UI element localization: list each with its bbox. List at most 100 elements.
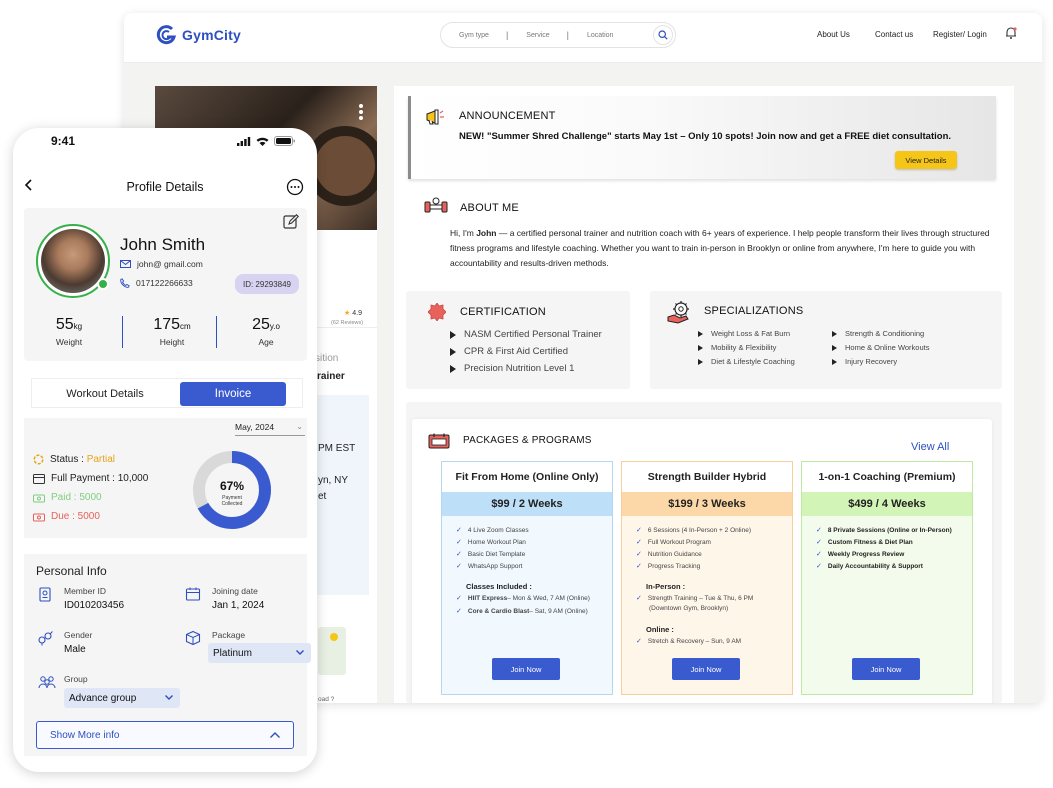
gender-label: Gender (64, 630, 93, 640)
gear-hand-icon (667, 301, 689, 324)
joining-date-value: Jan 1, 2024 (212, 600, 265, 611)
chevron-down-icon (165, 695, 173, 700)
announcement-text: NEW! "Summer Shred Challenge" starts May… (459, 131, 952, 142)
invoice-full-payment: Full Payment : 10,000 (33, 473, 148, 484)
road-fragment: oad ? (318, 696, 335, 703)
chevron-up-icon (270, 732, 280, 738)
check-icon: ✓ (636, 563, 642, 570)
id-card-icon (39, 587, 51, 602)
specialization-item: Strength & Conditioning (832, 329, 924, 338)
rating-value: ★ 4.9 (344, 310, 362, 317)
progress-ring-icon (33, 454, 44, 465)
certification-item: NASM Certified Personal Trainer (450, 329, 602, 340)
nav-contact-us[interactable]: Contact us (875, 30, 913, 39)
check-icon: ✓ (456, 563, 462, 570)
due-cash-icon (33, 513, 45, 521)
package-price: $99 / 2 Weeks (442, 492, 612, 516)
check-icon: ✓ (636, 539, 642, 546)
check-icon: ✓ (636, 551, 642, 558)
dumbbell-icon (424, 197, 448, 213)
check-icon: ✓ (816, 527, 822, 534)
check-icon: ✓ (816, 551, 822, 558)
specialization-item: Diet & Lifestyle Coaching (698, 357, 795, 366)
profile-email: john@ gmail.com (120, 259, 203, 269)
package-feature: ✓ Full Workout Program (636, 538, 711, 547)
nav-register-login[interactable]: Register/ Login (933, 30, 987, 39)
show-more-info-button[interactable]: Show More info (36, 721, 294, 749)
packages-title: PACKAGES & PROGRAMS (463, 435, 592, 446)
invoice-paid: Paid : 5000 (33, 492, 102, 503)
phone-icon (120, 278, 130, 288)
check-icon: ✓ (636, 595, 642, 602)
review-count: (62 Reviews) (331, 320, 364, 326)
brand-name: GymCity (182, 27, 241, 43)
personal-info-title: Personal Info (36, 564, 107, 578)
tab-workout-details[interactable]: Workout Details (32, 379, 178, 409)
city-fragment: yn, NY (318, 475, 349, 486)
check-icon: ✓ (816, 563, 822, 570)
time-fragment: PM EST (318, 443, 356, 454)
map-thumbnail[interactable] (318, 627, 346, 675)
mobile-phone-frame: 9:41 Profile Details John Smith john@ gm… (13, 128, 317, 772)
package-class: ✓ Stretch & Recovery – Sun, 9 AM (636, 637, 742, 646)
search-location[interactable]: Location (569, 32, 630, 39)
package-feature: ✓ 8 Private Sessions (Online or In-Person… (816, 526, 952, 535)
brand-logo[interactable]: GymCity (156, 25, 241, 45)
join-now-button[interactable]: Join Now (852, 658, 920, 680)
chat-icon[interactable] (286, 178, 304, 196)
profile-card: John Smith john@ gmail.com 017122266633 … (24, 208, 307, 361)
megaphone-icon (426, 109, 444, 125)
specializations-title: SPECIALIZATIONS (704, 305, 804, 317)
profile-tabs: Workout Details Invoice (31, 378, 303, 408)
check-icon: ✓ (456, 539, 462, 546)
group-icon (38, 676, 56, 689)
stat-height: 175cm Height (153, 316, 191, 347)
donut-caption-2: Collected (222, 501, 243, 507)
gymcity-logo-icon (156, 25, 176, 45)
nav-about-us[interactable]: About Us (817, 30, 850, 39)
package-name: 1-on-1 Coaching (Premium) (802, 462, 972, 492)
group-select[interactable]: Advance group (64, 688, 180, 708)
calendar-icon (185, 587, 201, 601)
about-text: Hi, I'm John — a certified personal trai… (450, 228, 990, 268)
invoice-status: Status : Partial (33, 454, 115, 465)
certification-title: CERTIFICATION (460, 306, 546, 318)
status-time: 9:41 (51, 134, 76, 148)
search-gym-type[interactable]: Gym type (441, 32, 506, 39)
specialization-item: Home & Online Workouts (832, 343, 929, 352)
view-all-link[interactable]: View All (911, 441, 949, 453)
bell-icon[interactable] (1004, 26, 1018, 40)
specializations-panel: SPECIALIZATIONS Weight Loss & Fat Burn M… (650, 291, 1002, 389)
profile-phone: 017122266633 (120, 278, 193, 288)
edit-icon[interactable] (283, 214, 299, 230)
package-feature: ✓ Progress Tracking (636, 562, 701, 571)
battery-icon (274, 136, 295, 146)
page-title: Profile Details (126, 180, 204, 194)
announcement-title: ANNOUNCEMENT (459, 110, 556, 122)
join-now-button[interactable]: Join Now (672, 658, 740, 680)
member-id-label: Member ID (64, 586, 107, 596)
check-icon: ✓ (456, 595, 462, 602)
package-section-heading: Classes Included : (466, 582, 532, 591)
join-now-button[interactable]: Join Now (492, 658, 560, 680)
tab-invoice[interactable]: Invoice (180, 382, 286, 406)
cash-icon (33, 494, 45, 502)
package-card-online: Fit From Home (Online Only) $99 / 2 Week… (441, 461, 613, 695)
package-feature: ✓ 6 Sessions (4 In-Person + 2 Online) (636, 526, 752, 535)
month-select[interactable]: May, 2024 ⌄ (235, 422, 305, 436)
search-button[interactable] (653, 25, 673, 45)
specialization-item: Injury Recovery (832, 357, 897, 366)
badge-icon (428, 303, 446, 321)
package-select[interactable]: Platinum (208, 643, 311, 663)
search-service[interactable]: Service (508, 32, 566, 39)
more-options-icon[interactable] (359, 104, 365, 122)
online-status-dot (97, 278, 109, 290)
check-icon: ✓ (456, 527, 462, 534)
joining-date-label: Joining date (212, 586, 258, 596)
search-bar[interactable]: Gym type | Service | Location (440, 22, 676, 48)
package-feature: ✓ 4 Live Zoom Classes (456, 526, 529, 535)
view-details-button[interactable]: View Details (895, 151, 957, 169)
avatar[interactable] (36, 224, 110, 298)
invoice-card: May, 2024 ⌄ Status : Partial Full Paymen… (24, 418, 307, 538)
specialization-item: Weight Loss & Fat Burn (698, 329, 790, 338)
